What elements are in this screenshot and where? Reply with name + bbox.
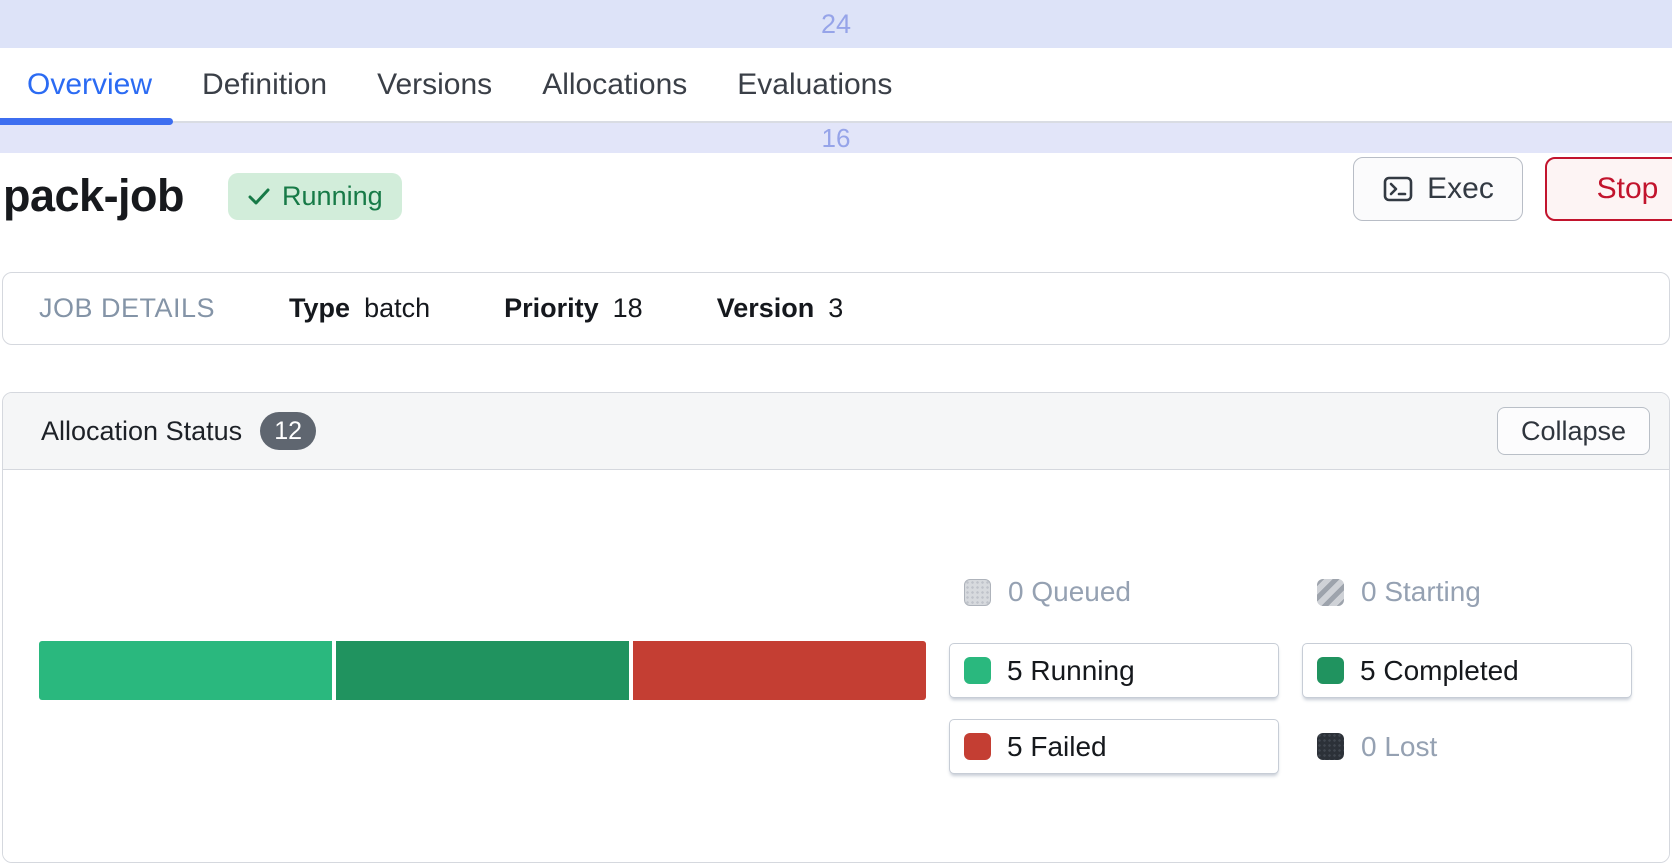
active-tab-underline (0, 118, 173, 125)
job-detail-version-label: Version (717, 293, 815, 324)
tab-bar: Overview Definition Versions Allocations… (0, 48, 1672, 123)
allocation-status-title: Allocation Status (41, 416, 242, 447)
allocation-status-card: Allocation Status 12 Collapse 0 Queued 0… (2, 392, 1670, 863)
lost-swatch-icon (1317, 733, 1344, 760)
terminal-icon (1382, 173, 1414, 205)
job-detail-priority-label: Priority (504, 293, 599, 324)
annotation-bar-top: 24 (0, 0, 1672, 48)
title-row: pack-job Running (3, 153, 402, 239)
completed-swatch-icon (1317, 657, 1344, 684)
job-detail-version-value: 3 (828, 293, 843, 324)
legend-row-2: 5 Running 5 Completed (949, 643, 1633, 698)
legend-item-running[interactable]: 5 Running (949, 643, 1279, 698)
legend-starting-label: 0 Starting (1361, 576, 1481, 608)
job-detail-priority-value: 18 (613, 293, 643, 324)
collapse-button[interactable]: Collapse (1497, 407, 1650, 455)
page-header: pack-job Running Exec Stop (0, 153, 1672, 250)
bar-segment-failed[interactable] (633, 641, 926, 700)
exec-button[interactable]: Exec (1353, 157, 1523, 221)
running-swatch-icon (964, 657, 991, 684)
legend-row-3: 5 Failed 0 Lost (949, 719, 1633, 774)
job-detail-type-value: batch (364, 293, 430, 324)
tab-allocations[interactable]: Allocations (542, 68, 687, 102)
job-detail-priority: Priority 18 (504, 293, 643, 324)
legend-row-1: 0 Queued 0 Starting (949, 577, 1633, 607)
job-details-heading: JOB DETAILS (39, 293, 215, 324)
legend-completed-label: 5 Completed (1360, 655, 1519, 687)
allocation-stacked-bar (39, 641, 926, 700)
failed-swatch-icon (964, 733, 991, 760)
tab-versions[interactable]: Versions (377, 68, 492, 102)
exec-button-label: Exec (1427, 172, 1494, 206)
legend-failed-label: 5 Failed (1007, 731, 1107, 763)
job-detail-type-label: Type (289, 293, 350, 324)
queued-swatch-icon (964, 579, 991, 606)
legend-item-failed[interactable]: 5 Failed (949, 719, 1279, 774)
job-detail-type: Type batch (289, 293, 430, 324)
collapse-button-label: Collapse (1521, 416, 1626, 447)
tab-overview[interactable]: Overview (27, 68, 152, 102)
legend-running-label: 5 Running (1007, 655, 1135, 687)
job-details-card: JOB DETAILS Type batch Priority 18 Versi… (2, 272, 1670, 345)
annotation-value-top: 24 (821, 9, 851, 40)
allocation-status-header: Allocation Status 12 Collapse (3, 393, 1669, 470)
tab-definition[interactable]: Definition (202, 68, 327, 102)
legend-queued-label: 0 Queued (1008, 576, 1131, 608)
legend-item-lost: 0 Lost (1302, 719, 1632, 774)
page-title: pack-job (3, 170, 184, 222)
legend-item-starting: 0 Starting (1302, 577, 1632, 607)
allocation-status-body: 0 Queued 0 Starting 5 Running 5 Complete… (3, 470, 1669, 863)
annotation-bar-middle: 16 (0, 123, 1672, 153)
legend-item-queued: 0 Queued (949, 577, 1279, 607)
tab-evaluations[interactable]: Evaluations (737, 68, 892, 102)
status-badge: Running (228, 173, 402, 220)
check-icon (247, 184, 271, 208)
stop-button-label: Stop (1597, 172, 1659, 206)
status-badge-label: Running (282, 181, 383, 212)
legend-item-completed[interactable]: 5 Completed (1302, 643, 1632, 698)
bar-segment-completed[interactable] (336, 641, 629, 700)
stop-button[interactable]: Stop (1545, 157, 1672, 221)
starting-swatch-icon (1317, 579, 1344, 606)
bar-segment-running[interactable] (39, 641, 332, 700)
legend-lost-label: 0 Lost (1361, 731, 1437, 763)
annotation-value-middle: 16 (822, 123, 851, 154)
allocation-count-badge: 12 (260, 412, 316, 450)
job-detail-version: Version 3 (717, 293, 844, 324)
